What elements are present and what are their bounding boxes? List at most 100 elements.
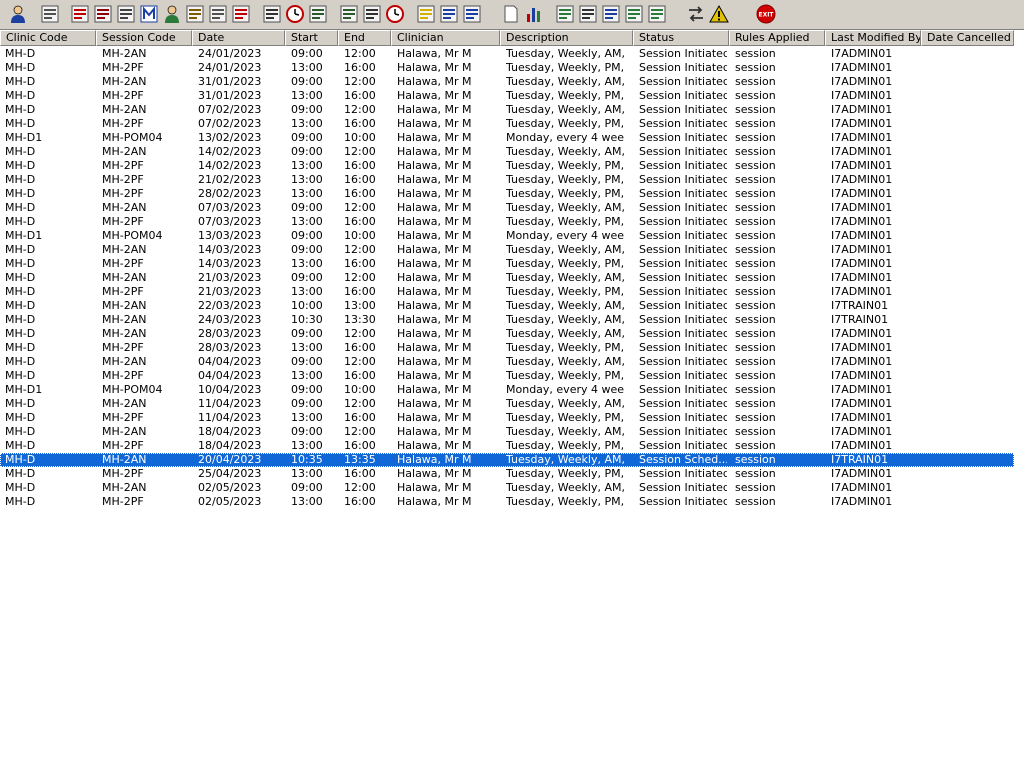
cell-clinic-code: MH-D [5, 173, 36, 186]
person-button[interactable] [162, 4, 182, 24]
column-header-last-modified-by[interactable]: Last Modified By [825, 30, 921, 46]
edit-document-button[interactable] [93, 4, 113, 24]
user-profile-button[interactable] [8, 4, 28, 24]
cell-start: 09:00 [291, 131, 323, 144]
column-header-end[interactable]: End [338, 30, 391, 46]
table-row[interactable]: MH-D MH-2PF 21/03/2023 13:00 16:00 Halawa, Mr… [0, 285, 1014, 299]
table-row[interactable]: MH-D MH-2AN 28/03/2023 09:00 12:00 Halawa, Mr… [0, 327, 1014, 341]
cell-date-cancelled [927, 271, 1014, 285]
letter-m-button[interactable] [139, 4, 159, 24]
table-row[interactable]: MH-D MH-2AN 02/05/2023 09:00 12:00 Halawa, Mr… [0, 481, 1014, 495]
ticket-red-button[interactable] [231, 4, 251, 24]
svg-text:EXIT: EXIT [758, 12, 774, 19]
table-row[interactable]: MH-D MH-2PF 11/04/2023 13:00 16:00 Halawa, Mr… [0, 411, 1014, 425]
ticket-button[interactable] [208, 4, 228, 24]
globe-search-button[interactable] [555, 4, 575, 24]
checklist-button[interactable] [578, 4, 598, 24]
table-row[interactable]: MH-D MH-2PF 07/02/2023 13:00 16:00 Halawa, Mr… [0, 117, 1014, 131]
column-header-date[interactable]: Date [192, 30, 285, 46]
document-refresh-button[interactable] [647, 4, 667, 24]
table-row[interactable]: MH-D MH-2AN 24/01/2023 09:00 12:00 Halawa, Mr… [0, 47, 1014, 61]
table-row[interactable]: MH-D MH-2AN 14/03/2023 09:00 12:00 Halawa, Mr… [0, 243, 1014, 257]
stretcher-icon [462, 4, 482, 24]
cell-start: 13:00 [291, 215, 323, 228]
check-document-button[interactable] [601, 4, 621, 24]
cell-session-code: MH-2PF [102, 439, 144, 452]
table-row[interactable]: MH-D MH-2PF 04/04/2023 13:00 16:00 Halawa, Mr… [0, 369, 1014, 383]
table-row[interactable]: MH-D MH-2AN 04/04/2023 09:00 12:00 Halawa, Mr… [0, 355, 1014, 369]
bar-chart-button[interactable] [524, 4, 544, 24]
cell-clinic-code: MH-D [5, 187, 36, 200]
cell-status: Session Initiated [639, 159, 727, 172]
cell-status: Session Initiated [639, 61, 727, 74]
cell-date-cancelled [927, 299, 1014, 313]
column-header-clinician[interactable]: Clinician [391, 30, 500, 46]
bed-button[interactable] [439, 4, 459, 24]
table-row[interactable]: MH-D MH-2AN 22/03/2023 10:00 13:00 Halawa, Mr… [0, 299, 1014, 313]
cell-date-cancelled [927, 187, 1014, 201]
document-green-check-button[interactable] [624, 4, 644, 24]
table-row[interactable]: MH-D MH-2AN 07/02/2023 09:00 12:00 Halawa, Mr… [0, 103, 1014, 117]
notepad-button[interactable] [185, 4, 205, 24]
cell-session-code: MH-2PF [102, 369, 144, 382]
column-header-description[interactable]: Description [500, 30, 633, 46]
cell-clinician: Halawa, Mr M [397, 89, 472, 102]
table-row[interactable]: MH-D MH-2AN 07/03/2023 09:00 12:00 Halawa, Mr… [0, 201, 1014, 215]
table-row[interactable]: MH-D MH-2PF 24/01/2023 13:00 16:00 Halawa, Mr… [0, 61, 1014, 75]
document-search-button[interactable] [262, 4, 282, 24]
cell-date: 13/03/2023 [198, 229, 262, 242]
table-row[interactable]: MH-D MH-2AN 21/03/2023 09:00 12:00 Halawa, Mr… [0, 271, 1014, 285]
book-button[interactable] [70, 4, 90, 24]
cell-clinician: Halawa, Mr M [397, 425, 472, 438]
cell-date: 07/02/2023 [198, 103, 262, 116]
cell-last-modified-by: I7ADMIN01 [831, 201, 893, 214]
window-list-button[interactable] [308, 4, 328, 24]
monitor-button[interactable] [339, 4, 359, 24]
table-row[interactable]: MH-D1 MH-POM04 10/04/2023 09:00 10:00 Halawa,… [0, 383, 1014, 397]
table-row[interactable]: MH-D MH-2AN 31/01/2023 09:00 12:00 Halawa, Mr… [0, 75, 1014, 89]
column-header-start[interactable]: Start [285, 30, 338, 46]
cell-clinician: Halawa, Mr M [397, 201, 472, 214]
printer-button[interactable] [40, 4, 60, 24]
cell-clinic-code: MH-D [5, 285, 36, 298]
blank-page-button[interactable] [501, 4, 521, 24]
table-row[interactable]: MH-D MH-2PF 07/03/2023 13:00 16:00 Halawa, Mr… [0, 215, 1014, 229]
cell-last-modified-by: I7TRAIN01 [831, 453, 889, 466]
swap-arrows-button[interactable] [686, 4, 706, 24]
cell-clinician: Halawa, Mr M [397, 131, 472, 144]
table-row[interactable]: MH-D MH-2PF 14/02/2023 13:00 16:00 Halawa, Mr… [0, 159, 1014, 173]
table-row[interactable]: MH-D MH-2PF 18/04/2023 13:00 16:00 Halawa, Mr… [0, 439, 1014, 453]
table-row[interactable]: MH-D MH-2AN 11/04/2023 09:00 12:00 Halawa, Mr… [0, 397, 1014, 411]
column-header-status[interactable]: Status [633, 30, 729, 46]
table-row[interactable]: MH-D1 MH-POM04 13/02/2023 09:00 10:00 Halawa,… [0, 131, 1014, 145]
warning-button[interactable] [709, 4, 729, 24]
chat-note-button[interactable] [362, 4, 382, 24]
table-row[interactable]: MH-D MH-2PF 21/02/2023 13:00 16:00 Halawa, Mr… [0, 173, 1014, 187]
table-row[interactable]: MH-D MH-2AN 14/02/2023 09:00 12:00 Halawa, Mr… [0, 145, 1014, 159]
table-row[interactable]: MH-D MH-2PF 28/03/2023 13:00 16:00 Halawa, Mr… [0, 341, 1014, 355]
calendar-grid-button[interactable] [116, 4, 136, 24]
table-row[interactable]: MH-D MH-2AN 18/04/2023 09:00 12:00 Halawa, Mr… [0, 425, 1014, 439]
exit-button[interactable]: EXIT [756, 4, 776, 24]
table-row[interactable]: MH-D MH-2PF 31/01/2023 13:00 16:00 Halawa, Mr… [0, 89, 1014, 103]
clock-button[interactable] [285, 4, 305, 24]
cell-rules-applied: session [735, 229, 776, 242]
table-row[interactable]: MH-D1 MH-POM04 13/03/2023 09:00 10:00 Halawa,… [0, 229, 1014, 243]
column-header-date-cancelled[interactable]: Date Cancelled [921, 30, 1014, 46]
yellow-note-button[interactable] [416, 4, 436, 24]
cell-clinician: Halawa, Mr M [397, 173, 472, 186]
stretcher-button[interactable] [462, 4, 482, 24]
cell-description: Tuesday, Weekly, PM, ... [506, 61, 624, 74]
table-row[interactable]: MH-D MH-2PF 14/03/2023 13:00 16:00 Halawa, Mr… [0, 257, 1014, 271]
cell-rules-applied: session [735, 439, 776, 452]
table-row[interactable]: MH-D MH-2PF 02/05/2023 13:00 16:00 Halawa, Mr… [0, 495, 1014, 509]
cell-rules-applied: session [735, 369, 776, 382]
column-header-rules-applied[interactable]: Rules Applied [729, 30, 825, 46]
column-header-session-code[interactable]: Session Code [96, 30, 192, 46]
refresh-circle-button[interactable] [385, 4, 405, 24]
table-row[interactable]: MH-D MH-2AN 24/03/2023 10:30 13:30 Halawa, Mr… [0, 313, 1014, 327]
table-row-selected[interactable]: MH-D MH-2AN 20/04/2023 10:35 13:35 Halawa, Mr… [0, 453, 1014, 467]
table-row[interactable]: MH-D MH-2PF 25/04/2023 13:00 16:00 Halawa, Mr… [0, 467, 1014, 481]
column-header-clinic-code[interactable]: Clinic Code [0, 30, 96, 46]
table-row[interactable]: MH-D MH-2PF 28/02/2023 13:00 16:00 Halawa, Mr… [0, 187, 1014, 201]
